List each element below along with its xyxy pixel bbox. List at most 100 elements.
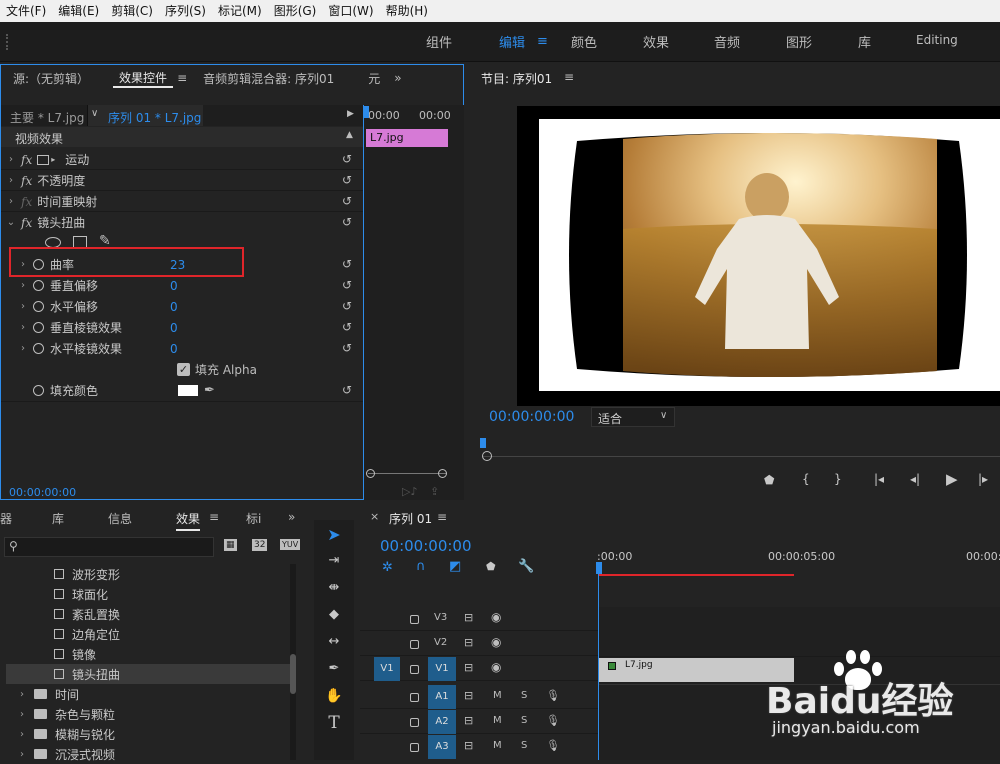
effect-row-lens-distortion[interactable]: ⌄ fx 镜头扭曲 [5, 212, 85, 233]
razor-tool-icon[interactable]: ◆ [322, 604, 346, 626]
chevron-right-icon[interactable]: › [16, 689, 28, 700]
track-label[interactable]: V2 [434, 637, 447, 648]
chevron-right-icon[interactable]: › [16, 729, 28, 740]
lock-icon[interactable] [410, 691, 419, 705]
panel-menu-icon[interactable]: ≡ [177, 71, 187, 85]
menu-help[interactable]: 帮助(H) [380, 0, 434, 22]
tab-metadata[interactable]: 元 [362, 70, 386, 87]
param-value[interactable]: 0 [170, 321, 178, 335]
param-value[interactable]: 0 [170, 279, 178, 293]
eyedropper-icon[interactable]: ✒ [204, 383, 215, 398]
accelerated-effects-icon[interactable]: ▦ [224, 539, 237, 551]
chevron-right-icon[interactable]: › [5, 175, 17, 186]
effect-folder[interactable]: › 模糊与锐化 [6, 724, 296, 744]
playhead-marker[interactable] [364, 106, 369, 118]
play-icon[interactable]: ▶ [946, 470, 958, 488]
lock-icon[interactable] [410, 716, 419, 730]
reset-icon[interactable]: ↺ [340, 258, 354, 270]
tab-source[interactable]: 源:（无剪辑） [7, 70, 95, 87]
ec-timecode[interactable]: 00:00:00:00 [9, 486, 76, 499]
chevron-right-icon[interactable]: › [5, 196, 17, 207]
play-only-icon[interactable]: ▶ [347, 109, 354, 119]
scrub-handle[interactable] [482, 451, 492, 461]
reset-icon[interactable]: ↺ [340, 300, 354, 312]
lock-icon[interactable] [410, 613, 419, 627]
effects-search-input[interactable]: ⚲ [4, 537, 214, 557]
add-marker-icon[interactable]: ⬟ [764, 473, 774, 487]
fx-icon[interactable]: fx [21, 153, 32, 167]
tab-effects[interactable]: 效果 [176, 510, 201, 531]
monitor-scrub-bar[interactable] [482, 456, 1000, 457]
reset-icon[interactable]: ↺ [340, 195, 354, 207]
eye-icon[interactable]: ◉ [491, 660, 501, 674]
mark-out-icon[interactable]: } [834, 472, 842, 486]
track-label[interactable]: A2 [428, 710, 456, 734]
microphone-icon[interactable]: 🎙 [546, 714, 560, 727]
add-marker-icon[interactable]: ⬟ [486, 560, 496, 573]
workspace-editing[interactable]: 编辑 [499, 32, 525, 51]
eye-icon[interactable]: ◉ [491, 610, 501, 624]
workspace-audio[interactable]: 音频 [714, 32, 740, 51]
fx-icon[interactable]: fx [21, 216, 32, 230]
mute-button[interactable]: M [493, 715, 502, 726]
workspace-editing-en[interactable]: Editing [916, 33, 958, 47]
lock-icon[interactable] [410, 638, 419, 652]
program-title[interactable]: 节目: 序列01 [481, 70, 552, 87]
go-to-in-icon[interactable]: |◂ [874, 472, 884, 486]
collapse-icon[interactable]: ▲ [346, 130, 353, 140]
reset-icon[interactable]: ↺ [340, 342, 354, 354]
type-tool-icon[interactable]: T [322, 712, 346, 734]
nest-icon[interactable]: ✲ [382, 560, 393, 575]
workspace-menu-icon[interactable]: ≡ [537, 34, 548, 49]
export-icon[interactable]: ⇪ [430, 485, 439, 498]
linked-selection-icon[interactable]: ◩ [449, 559, 461, 574]
stopwatch-icon[interactable] [33, 322, 44, 333]
tab-media-browser[interactable]: 器 [0, 510, 12, 527]
chevron-right-icon[interactable]: › [17, 301, 29, 312]
reset-icon[interactable]: ↺ [340, 279, 354, 291]
param-row-vertical-decentering[interactable]: › 垂直偏移 0 [17, 275, 178, 296]
checkbox-checked-icon[interactable]: ✓ [177, 363, 190, 376]
ripple-edit-tool-icon[interactable]: ⇼ [322, 577, 346, 599]
sync-lock-icon[interactable]: ⊟ [464, 714, 473, 727]
sync-lock-icon[interactable]: ⊟ [464, 611, 473, 624]
effect-row-opacity[interactable]: › fx 不透明度 [5, 170, 85, 191]
panel-menu-icon[interactable]: ≡ [209, 510, 219, 524]
menu-marker[interactable]: 标记(M) [212, 0, 268, 22]
eye-icon[interactable]: ◉ [491, 635, 501, 649]
pen-tool-icon[interactable]: ✒ [322, 658, 346, 680]
master-clip-label[interactable]: 主要 * L7.jpg [10, 109, 84, 126]
timeline-timecode[interactable]: 00:00:00:00 [380, 537, 472, 555]
effect-folder[interactable]: › 杂色与颗粒 [6, 704, 296, 724]
reset-icon[interactable]: ↺ [340, 216, 354, 228]
menu-clip[interactable]: 剪辑(C) [105, 0, 159, 22]
video-frame[interactable] [517, 106, 1000, 406]
effect-item[interactable]: 边角定位 [6, 624, 296, 644]
solo-button[interactable]: S [521, 715, 527, 726]
microphone-icon[interactable]: 🎙 [546, 689, 560, 702]
track-label[interactable]: A3 [428, 735, 456, 759]
workspace-assembly[interactable]: 组件 [426, 32, 452, 51]
chevron-right-icon[interactable]: › [5, 154, 17, 165]
slip-tool-icon[interactable]: ↔ [322, 631, 346, 653]
sync-lock-icon[interactable]: ⊟ [464, 739, 473, 752]
track-select-tool-icon[interactable]: ⇥ [322, 550, 346, 572]
track-label[interactable]: V1 [428, 657, 456, 681]
effect-item[interactable]: 波形变形 [6, 564, 296, 584]
param-value[interactable]: 0 [170, 300, 178, 314]
chevron-right-icon[interactable]: › [17, 343, 29, 354]
timeline-clip[interactable]: L7.jpg [599, 658, 794, 682]
more-tabs-icon[interactable]: » [288, 510, 295, 524]
menu-window[interactable]: 窗口(W) [322, 0, 379, 22]
effect-folder[interactable]: › 沉浸式视频 [6, 744, 296, 764]
effect-row-time-remap[interactable]: › fx 时间重映射 [5, 191, 97, 212]
yuv-badge[interactable]: YUV [280, 539, 301, 550]
solo-button[interactable]: S [521, 740, 527, 751]
mute-button[interactable]: M [493, 690, 502, 701]
mark-in-icon[interactable]: { [802, 472, 810, 486]
color-swatch[interactable] [178, 385, 198, 396]
step-forward-icon[interactable]: |▸ [978, 472, 988, 486]
stopwatch-icon[interactable] [33, 343, 44, 354]
lock-icon[interactable] [410, 663, 419, 677]
param-row-vertical-prism[interactable]: › 垂直棱镜效果 0 [17, 317, 178, 338]
